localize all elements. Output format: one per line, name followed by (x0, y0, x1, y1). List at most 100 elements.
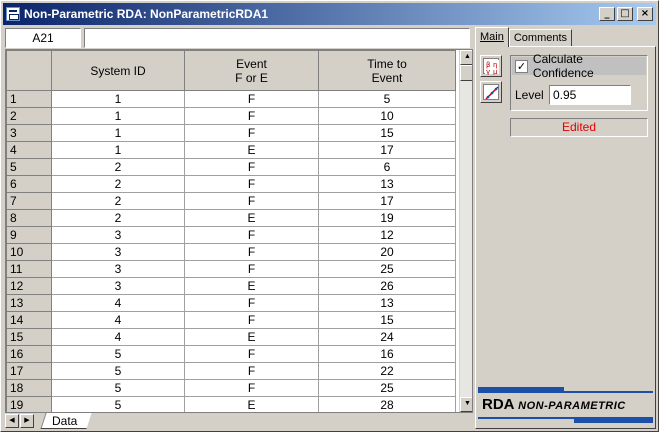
row-header[interactable]: 12 (6, 277, 52, 295)
cell-event[interactable]: F (184, 362, 319, 380)
close-button[interactable]: × (637, 7, 653, 21)
table-row[interactable]: 15 4 E 24 (6, 328, 456, 346)
table-row[interactable]: 8 2 E 19 (6, 209, 456, 227)
cell-system-id[interactable]: 4 (51, 311, 185, 329)
cell-time-to-event[interactable]: 25 (318, 379, 456, 397)
row-header[interactable]: 15 (6, 328, 52, 346)
cell-time-to-event[interactable]: 25 (318, 260, 456, 278)
table-row[interactable]: 52F6 (6, 158, 456, 176)
vertical-scrollbar[interactable]: ▲ ▼ (459, 50, 472, 412)
column-header-system-id[interactable]: System ID (51, 50, 185, 91)
table-row[interactable]: 3 1 F 15 (6, 124, 456, 142)
table-row[interactable]: 17 5 F 22 (6, 362, 456, 380)
cell-event[interactable]: E (184, 328, 319, 346)
cell-time-to-event[interactable]: 28 (318, 396, 456, 412)
table-row[interactable]: 16 5 F 16 (6, 345, 456, 363)
cell-system-id[interactable]: 3 (51, 243, 185, 261)
cell-time-to-event[interactable]: 6 (318, 158, 456, 176)
row-header[interactable]: 16 (6, 345, 52, 363)
table-row[interactable]: 9 3 F 12 (6, 226, 456, 244)
cell-event[interactable]: F (184, 345, 319, 363)
cell-system-id[interactable]: 5 (51, 379, 185, 397)
cell-event[interactable]: F (184, 175, 319, 193)
cell-time-to-event[interactable]: 24 (318, 328, 456, 346)
scroll-up-icon[interactable]: ▲ (460, 50, 472, 65)
table-row[interactable]: 14 4 F 15 (6, 311, 456, 329)
scroll-down-icon[interactable]: ▼ (460, 397, 472, 412)
cell-system-id[interactable]: 1 (51, 141, 185, 159)
row-header[interactable]: 6 (6, 175, 52, 193)
cell-system-id[interactable]: 3 (51, 260, 185, 278)
table-row[interactable]: 18 5 F 25 (6, 379, 456, 397)
cell-system-id[interactable]: 1 (51, 107, 185, 125)
cell-event[interactable]: F (184, 90, 319, 108)
sheet-prev-icon[interactable]: ◀ (5, 414, 19, 428)
calculate-confidence-label[interactable]: Calculate Confidence (533, 52, 646, 80)
maximize-button[interactable]: □ (617, 7, 633, 21)
row-header[interactable]: 10 (6, 243, 52, 261)
cell-time-to-event[interactable]: 13 (318, 175, 456, 193)
cell-event[interactable]: F (184, 107, 319, 125)
title-bar[interactable]: Non-Parametric RDA: NonParametricRDA1 _ … (3, 3, 656, 25)
row-header[interactable]: 2 (6, 107, 52, 125)
column-header-time-to-event[interactable]: Time to Event (318, 50, 456, 91)
cell-event[interactable]: F (184, 243, 319, 261)
row-header[interactable]: 19 (6, 396, 52, 412)
plot-button[interactable] (480, 81, 502, 103)
row-header[interactable]: 11 (6, 260, 52, 278)
row-header[interactable]: 17 (6, 362, 52, 380)
cell-time-to-event[interactable]: 22 (318, 362, 456, 380)
row-header[interactable]: 18 (6, 379, 52, 397)
sheet-next-icon[interactable]: ▶ (20, 414, 34, 428)
scroll-thumb[interactable] (460, 65, 472, 81)
row-header[interactable]: 4 (6, 141, 52, 159)
calculate-button[interactable]: β η γ μ (480, 55, 502, 77)
level-input[interactable]: 0.95 (549, 85, 631, 105)
cell-system-id[interactable]: 2 (51, 192, 185, 210)
row-header[interactable]: 5 (6, 158, 52, 176)
cell-time-to-event[interactable]: 10 (318, 107, 456, 125)
cell-event[interactable]: E (184, 277, 319, 295)
table-row[interactable]: 6 2 F 13 (6, 175, 456, 193)
cell-system-id[interactable]: 5 (51, 362, 185, 380)
table-row[interactable]: 10 3 F 20 (6, 243, 456, 261)
table-row[interactable]: 13 4 F 13 (6, 294, 456, 312)
cell-system-id[interactable]: 2 (51, 158, 185, 176)
cell-event[interactable]: F (184, 311, 319, 329)
cell-time-to-event[interactable]: 19 (318, 209, 456, 227)
row-header[interactable]: 14 (6, 311, 52, 329)
cell-system-id[interactable]: 5 (51, 396, 185, 412)
cell-event[interactable]: F (184, 124, 319, 142)
cell-time-to-event[interactable]: 15 (318, 311, 456, 329)
cell-system-id[interactable]: 2 (51, 209, 185, 227)
minimize-button[interactable]: _ (599, 7, 615, 21)
cell-time-to-event[interactable]: 13 (318, 294, 456, 312)
cell-system-id[interactable]: 4 (51, 328, 185, 346)
cell-event[interactable]: E (184, 141, 319, 159)
tab-comments[interactable]: Comments (508, 29, 573, 47)
cell-system-id[interactable]: 3 (51, 226, 185, 244)
cell-event[interactable]: E (184, 396, 319, 412)
cell-event[interactable]: F (184, 294, 319, 312)
calculate-confidence-checkbox[interactable]: ✓ (515, 59, 528, 73)
cell-system-id[interactable]: 4 (51, 294, 185, 312)
corner-cell[interactable] (6, 50, 52, 91)
table-row[interactable]: 11F5 (6, 90, 456, 108)
cell-event[interactable]: F (184, 158, 319, 176)
row-header[interactable]: 7 (6, 192, 52, 210)
cell-time-to-event[interactable]: 12 (318, 226, 456, 244)
table-row[interactable]: 7 2 F 17 (6, 192, 456, 210)
cell-event[interactable]: F (184, 226, 319, 244)
column-header-event[interactable]: Event F or E (184, 50, 319, 91)
cell-event[interactable]: F (184, 192, 319, 210)
cell-event[interactable]: F (184, 379, 319, 397)
cell-time-to-event[interactable]: 15 (318, 124, 456, 142)
cell-time-to-event[interactable]: 17 (318, 141, 456, 159)
table-row[interactable]: 2 1 F 10 (6, 107, 456, 125)
table-row[interactable]: 12 3 E 26 (6, 277, 456, 295)
row-header[interactable]: 8 (6, 209, 52, 227)
cell-content-field[interactable] (84, 28, 470, 48)
table-row[interactable]: 4 1 E 17 (6, 141, 456, 159)
table-row[interactable]: 11 3 F 25 (6, 260, 456, 278)
row-header[interactable]: 13 (6, 294, 52, 312)
